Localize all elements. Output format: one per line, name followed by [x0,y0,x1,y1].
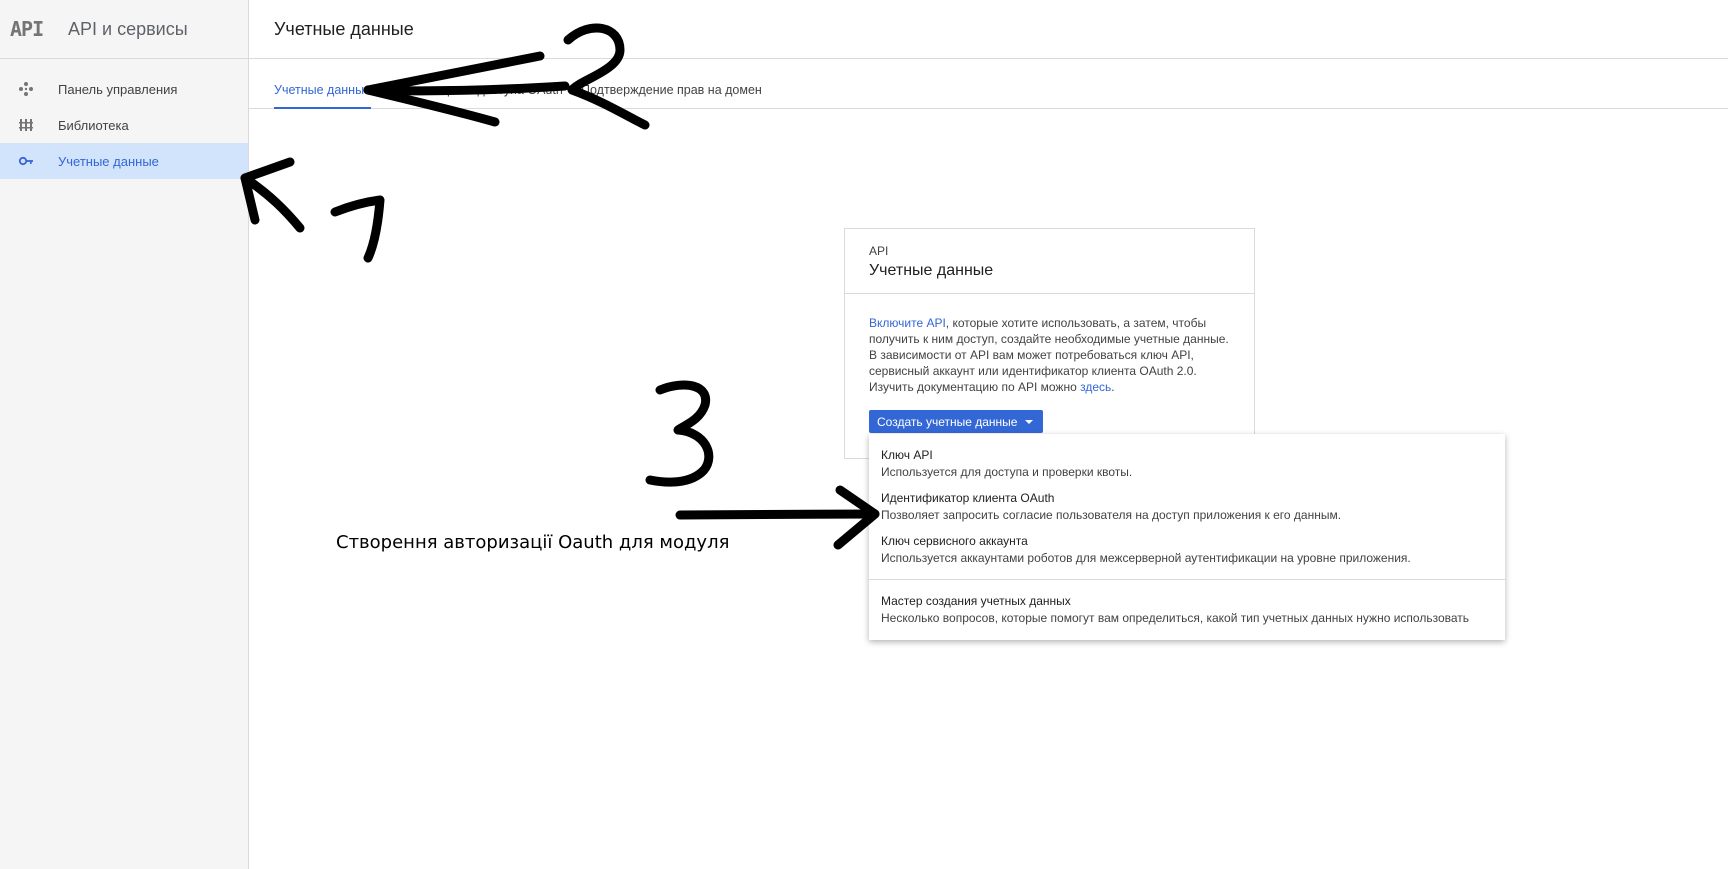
menu-item-wizard[interactable]: Мастер создания учетных данных Несколько… [869,593,1505,626]
credentials-card: API Учетные данные Включите API, которые… [844,228,1255,459]
annotation-arrow-1 [240,173,305,233]
dashboard-icon [16,81,36,97]
card-body: Включите API, которые хотите использоват… [869,315,1239,395]
menu-item-title: Мастер создания учетных данных [881,594,1071,608]
tab-oauth-consent[interactable]: Окно запроса доступа OAuth [395,83,563,97]
sidebar-item-credentials[interactable]: Учетные данные [0,143,248,179]
card-body-end: . [1111,380,1115,394]
annotation-arrow-3 [675,509,880,520]
sidebar-item-label: Панель управления [58,81,178,97]
card-title: Учетные данные [869,262,994,279]
page-header: Учетные данные [249,0,1728,59]
sidebar-nav: Панель управления Библиотека Учетные дан… [0,71,248,179]
api-logo[interactable]: API [10,17,44,41]
menu-item-title: Ключ API [881,448,933,462]
page-title: Учетные данные [274,18,414,39]
sidebar-header: API API и сервисы [0,0,248,59]
tab-bar: Учетные данные Окно запроса доступа OAut… [249,58,1728,109]
create-credentials-button[interactable]: Создать учетные данные [869,410,1044,433]
menu-item-title: Идентификатор клиента OAuth [881,491,1055,505]
menu-divider [869,579,1505,580]
sidebar-item-label: Библиотека [58,117,129,133]
card-eyebrow: API [869,244,889,258]
menu-item-desc: Используется для доступа и проверки квот… [881,465,1133,479]
app-title[interactable]: API и сервисы [68,19,188,40]
annotation-text: Створення авторизації Oauth для модуля [336,532,730,553]
card-divider [845,293,1254,294]
sidebar-item-label: Учетные данные [58,153,159,169]
menu-item-desc: Используется аккаунтами роботов для межс… [881,551,1411,565]
menu-item-api-key[interactable]: Ключ API Используется для доступа и пров… [869,447,1505,480]
menu-item-desc: Несколько вопросов, которые помогут вам … [881,611,1470,625]
annotation-number-3 [645,380,714,487]
menu-item-service-account[interactable]: Ключ сервисного аккаунта Используется ак… [869,533,1505,566]
caret-down-icon [1025,419,1034,424]
sidebar-item-library[interactable]: Библиотека [0,107,248,143]
sidebar: API API и сервисы Панель управления Библ… [0,0,249,869]
create-credentials-label: Создать учетные данные [877,414,1018,429]
docs-here-link[interactable]: здесь [1080,380,1111,394]
sidebar-item-dashboard[interactable]: Панель управления [0,71,248,107]
menu-item-oauth-client[interactable]: Идентификатор клиента OAuth Позволяет за… [869,490,1505,523]
annotation-number-1 [330,195,385,263]
create-credentials-menu: Ключ API Используется для доступа и пров… [869,434,1505,640]
library-icon [16,117,36,133]
annotation-arrow-1-head [240,157,295,225]
tab-domain-verification[interactable]: Подтверждение прав на домен [581,83,762,97]
tab-credentials[interactable]: Учетные данные [274,83,372,109]
menu-item-desc: Позволяет запросить согласие пользовател… [881,508,1342,522]
key-icon [16,153,36,169]
menu-item-title: Ключ сервисного аккаунта [881,534,1028,548]
enable-api-link[interactable]: Включите API [869,316,946,330]
